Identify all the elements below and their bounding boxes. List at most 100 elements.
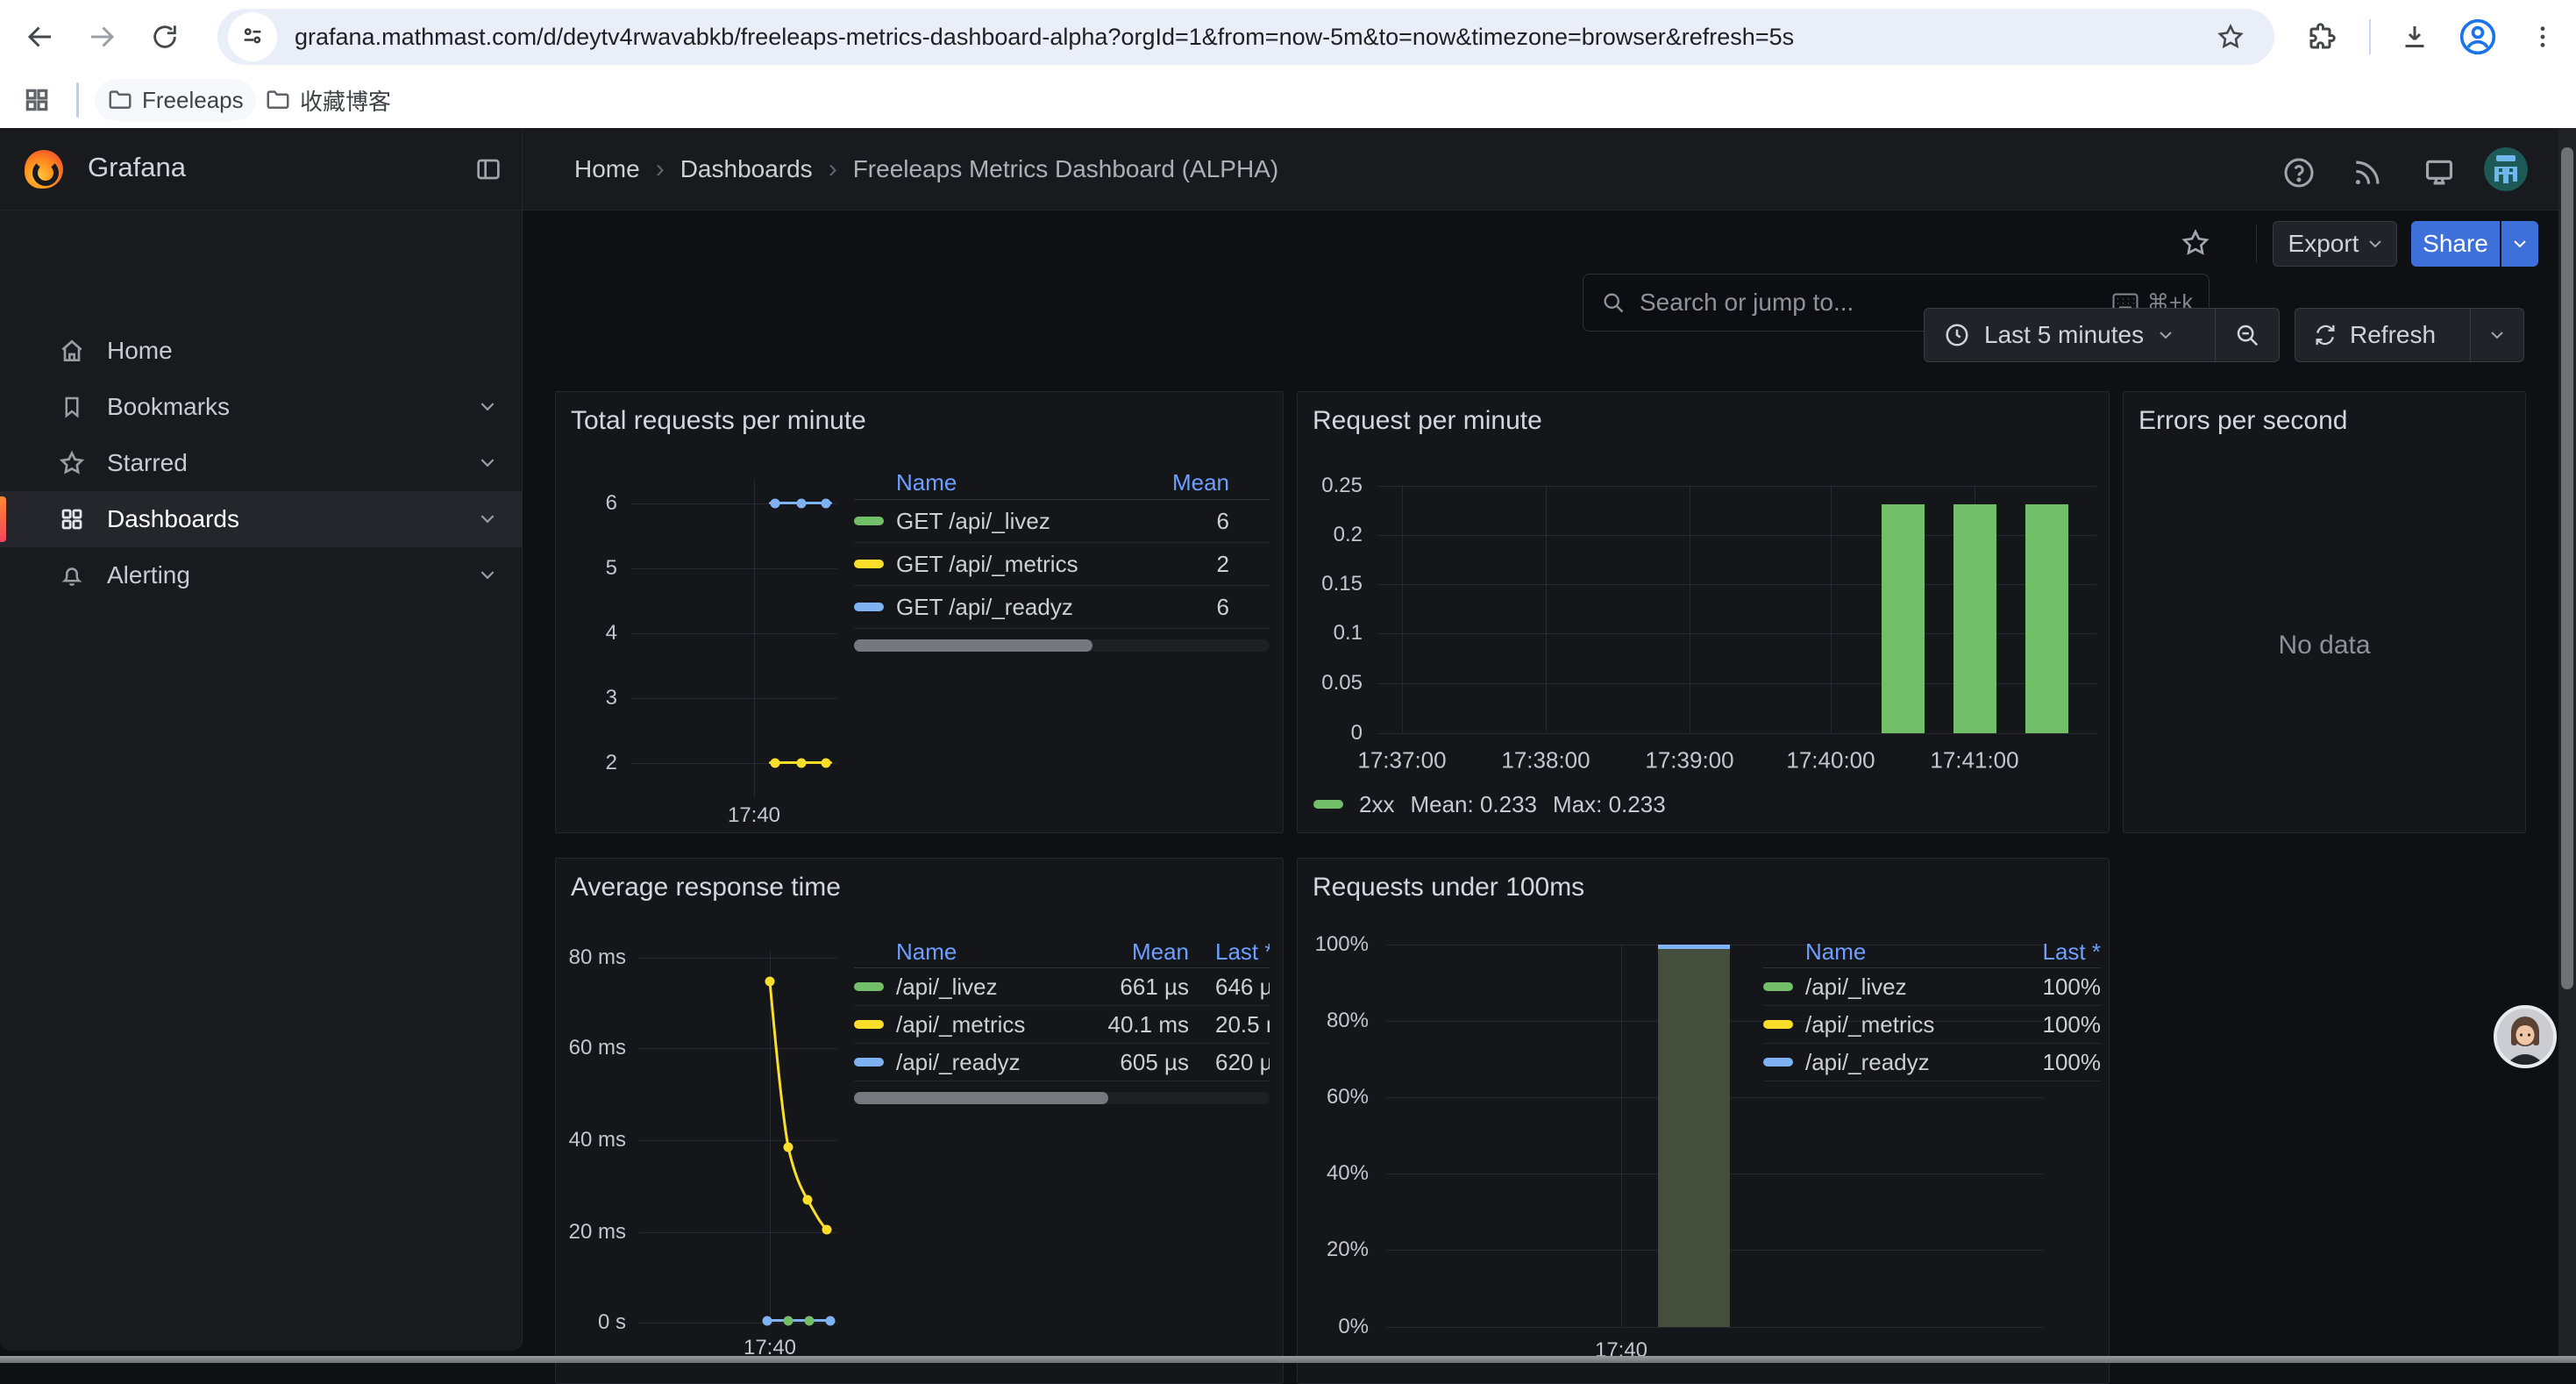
legend-row[interactable]: /api/_metrics 100% — [1763, 1006, 2101, 1044]
sidebar-item-dashboards[interactable]: Dashboards — [0, 491, 523, 547]
legend-header-name[interactable]: Name — [896, 938, 1066, 966]
browser-menu-icon[interactable] — [2525, 18, 2560, 56]
series-name[interactable]: /api/_readyz — [1805, 1049, 2004, 1076]
url-input[interactable] — [293, 23, 2138, 52]
bar-under-100ms[interactable] — [1658, 945, 1730, 1327]
bookmark-star-icon[interactable] — [2213, 19, 2248, 54]
panel-title[interactable]: Average response time — [571, 873, 841, 902]
legend-header-last[interactable]: Last * — [1215, 938, 1270, 966]
sidebar-item-bookmarks[interactable]: Bookmarks — [0, 379, 523, 435]
series-name[interactable]: /api/_metrics — [1805, 1011, 2004, 1038]
series-name[interactable]: GET /api/_livez — [896, 508, 1124, 535]
refresh-button[interactable]: Refresh — [2295, 309, 2470, 361]
legend-header-name[interactable]: Name — [1805, 938, 2004, 966]
data-point[interactable] — [771, 759, 780, 768]
panel-title[interactable]: Request per minute — [1313, 406, 1542, 436]
x-tick: 17:40 — [728, 803, 780, 828]
series-name[interactable]: 2xx — [1359, 791, 1394, 818]
chevron-down-icon[interactable] — [480, 515, 495, 524]
legend-row[interactable]: GET /api/_metrics 2 — [854, 543, 1270, 586]
series-name[interactable]: /api/_livez — [1805, 974, 2004, 1001]
panel-title[interactable]: Requests under 100ms — [1313, 873, 1584, 902]
series-name[interactable]: GET /api/_readyz — [896, 594, 1124, 621]
bookmark-folder-freeleaps[interactable]: Freeleaps — [95, 79, 256, 121]
forward-icon[interactable] — [84, 19, 119, 54]
legend-scrollbar-thumb[interactable] — [854, 639, 1092, 652]
panel-request-per-minute[interactable]: Request per minute 0.25 0.2 0.15 0.1 0.0… — [1297, 391, 2110, 833]
user-avatar[interactable] — [2484, 147, 2528, 191]
breadcrumb-dashboards[interactable]: Dashboards — [680, 155, 813, 183]
refresh-interval-button[interactable] — [2471, 309, 2523, 361]
data-point[interactable] — [784, 1316, 793, 1326]
monitor-icon[interactable] — [2418, 152, 2460, 194]
bookmark-folder-blogs[interactable]: 收藏博客 — [253, 79, 403, 121]
legend-header-mean[interactable]: Mean — [1124, 469, 1229, 496]
reload-icon[interactable] — [147, 19, 182, 54]
series-color-blue — [1763, 1058, 1793, 1067]
search-icon — [1601, 290, 1626, 315]
legend-row[interactable]: /api/_livez 661 µs 646 µs — [854, 968, 1270, 1006]
chevron-down-icon[interactable] — [480, 571, 495, 580]
chevron-down-icon[interactable] — [480, 459, 495, 467]
series-name[interactable]: /api/_livez — [896, 974, 1066, 1001]
brand-title[interactable]: Grafana — [88, 152, 186, 183]
legend-row[interactable]: GET /api/_readyz 6 — [854, 586, 1270, 629]
sidebar-item-starred[interactable]: Starred — [0, 435, 523, 491]
sidebar-item-home[interactable]: Home — [0, 323, 523, 379]
legend-header-mean[interactable]: Mean — [1066, 938, 1189, 966]
breadcrumb-home[interactable]: Home — [574, 155, 640, 183]
panel-title[interactable]: Total requests per minute — [571, 406, 866, 436]
data-point[interactable] — [822, 499, 831, 509]
legend-scrollbar-thumb[interactable] — [854, 1092, 1108, 1104]
chat-widget-avatar[interactable] — [2494, 1005, 2557, 1068]
series-name[interactable]: GET /api/_metrics — [896, 551, 1124, 578]
apps-grid-icon[interactable] — [18, 81, 56, 119]
extensions-icon[interactable] — [2302, 18, 2341, 56]
chevron-down-icon[interactable] — [480, 403, 495, 411]
series-name[interactable]: /api/_metrics — [896, 1011, 1066, 1038]
panel-title[interactable]: Errors per second — [2138, 406, 2347, 436]
legend-scrollbar[interactable] — [854, 639, 1270, 652]
data-point[interactable] — [771, 499, 780, 509]
data-point[interactable] — [797, 759, 807, 768]
legend-row[interactable]: GET /api/_livez 6 — [854, 500, 1270, 543]
download-icon[interactable] — [2395, 18, 2434, 56]
data-point[interactable] — [826, 1316, 836, 1326]
time-range-picker[interactable]: Last 5 minutes — [1925, 309, 2215, 361]
bar-2xx[interactable] — [1953, 504, 1996, 733]
share-menu-button[interactable] — [2501, 221, 2538, 267]
data-point[interactable] — [763, 1316, 772, 1326]
legend-row[interactable]: /api/_readyz 100% — [1763, 1044, 2101, 1081]
panel-requests-under-100ms[interactable]: Requests under 100ms 100% 80% 60% 40% 20… — [1297, 858, 2110, 1384]
legend-row[interactable]: /api/_livez 100% — [1763, 968, 2101, 1006]
legend-scrollbar[interactable] — [854, 1092, 1270, 1104]
data-point[interactable] — [805, 1316, 815, 1326]
legend-header-last[interactable]: Last * — [2004, 938, 2101, 966]
data-point[interactable] — [822, 759, 831, 768]
profile-icon[interactable] — [2457, 16, 2499, 58]
panel-total-requests[interactable]: Total requests per minute 6 5 4 3 2 17:4… — [555, 391, 1284, 833]
grafana-logo[interactable] — [25, 150, 63, 189]
sidebar-item-alerting[interactable]: Alerting — [0, 547, 523, 603]
sidebar-toggle-icon[interactable] — [468, 149, 509, 189]
bar-2xx[interactable] — [2025, 504, 2068, 733]
bar-2xx[interactable] — [1882, 504, 1925, 733]
legend-row[interactable]: /api/_metrics 40.1 ms 20.5 ms — [854, 1006, 1270, 1044]
panel-average-response-time[interactable]: Average response time 80 ms 60 ms 40 ms … — [555, 858, 1284, 1384]
favorite-star-icon[interactable] — [2174, 222, 2217, 264]
legend-row[interactable]: /api/_readyz 605 µs 620 µs — [854, 1044, 1270, 1081]
export-button[interactable]: Export — [2273, 221, 2397, 267]
help-icon[interactable] — [2278, 152, 2320, 194]
page-scrollbar-thumb[interactable] — [2561, 147, 2573, 989]
legend-header-name[interactable]: Name — [896, 469, 1124, 496]
gridline — [631, 568, 837, 569]
site-settings-icon[interactable] — [228, 12, 277, 61]
zoom-out-button[interactable] — [2216, 309, 2279, 361]
series-name[interactable]: /api/_readyz — [896, 1049, 1066, 1076]
share-button[interactable]: Share — [2411, 221, 2500, 267]
back-icon[interactable] — [23, 19, 58, 54]
news-rss-icon[interactable] — [2346, 152, 2388, 194]
data-point[interactable] — [797, 499, 807, 509]
url-bar[interactable] — [217, 9, 2274, 65]
panel-errors-per-second[interactable]: Errors per second No data — [2123, 391, 2526, 833]
